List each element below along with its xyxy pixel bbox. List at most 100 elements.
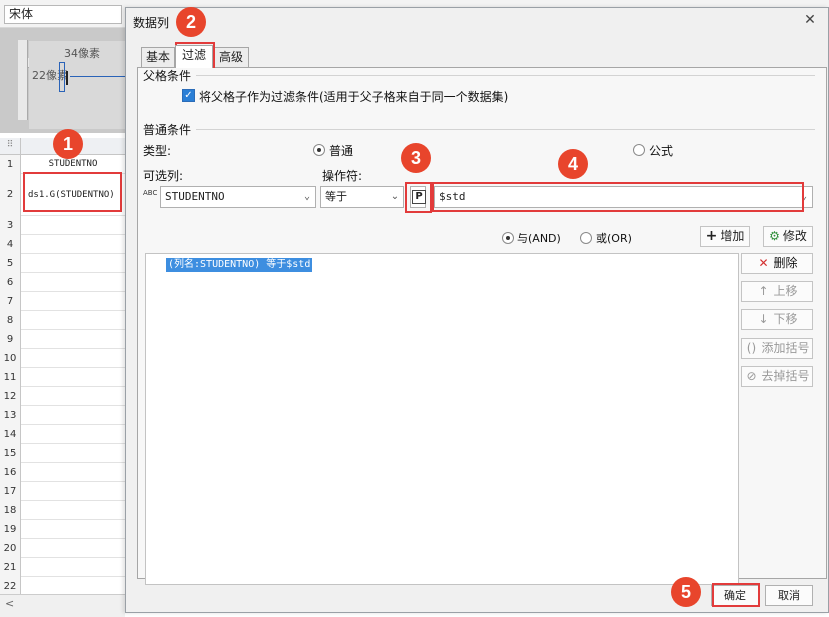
add-condition-button[interactable]: + 增加 [700, 226, 750, 247]
callout-badge-1: 1 [53, 129, 83, 159]
row-number[interactable]: 17 [0, 482, 21, 501]
group-divider [196, 129, 815, 130]
modify-condition-label: 修改 [782, 229, 807, 243]
arrow-down-icon: ↓ [758, 312, 769, 326]
row-number[interactable]: 5 [0, 254, 21, 273]
bracket-icon: () [746, 341, 757, 355]
value-input-highlight [432, 182, 804, 212]
row-number[interactable]: 10 [0, 349, 21, 368]
remove-bracket-label: 去掉括号 [761, 369, 810, 383]
type-formula-radio[interactable] [633, 144, 645, 156]
tab-basic[interactable]: 基本 [141, 47, 175, 67]
callout-badge-2: 2 [176, 7, 206, 37]
table-row: 18 [0, 501, 125, 520]
plus-icon: + [705, 228, 718, 244]
table-row: 5 [0, 254, 125, 273]
row-number[interactable]: 9 [0, 330, 21, 349]
width-indicator [70, 76, 125, 77]
logic-or-radio[interactable] [580, 232, 592, 244]
table-row: 16 [0, 463, 125, 482]
row-number[interactable]: 2 [0, 174, 21, 216]
row-number[interactable]: 8 [0, 311, 21, 330]
row-number[interactable]: 19 [0, 520, 21, 539]
delete-button[interactable]: ✕ 删除 [741, 253, 813, 274]
logic-or-label: 或(OR) [596, 232, 632, 245]
table-row: 10 [0, 349, 125, 368]
table-row: 6 [0, 273, 125, 292]
chevron-down-icon[interactable]: ⌄ [299, 187, 315, 207]
row-number[interactable]: 21 [0, 558, 21, 577]
horizontal-scrollbar[interactable]: < [0, 594, 125, 617]
parent-filter-checkbox-label: 将父格子作为过滤条件(适用于父子格来自于同一个数据集) [199, 90, 509, 104]
callout-badge-5: 5 [671, 577, 701, 607]
vertical-ruler [18, 40, 28, 120]
row-number[interactable]: 20 [0, 539, 21, 558]
row-number[interactable]: 4 [0, 235, 21, 254]
arrow-up-icon: ↑ [758, 284, 769, 298]
row-number[interactable]: 16 [0, 463, 21, 482]
operator-select[interactable]: 等于 ⌄ [320, 186, 404, 208]
add-bracket-button[interactable]: () 添加括号 [741, 338, 813, 359]
move-up-label: 上移 [773, 284, 798, 298]
scroll-left-icon[interactable]: < [5, 597, 14, 610]
operator-select-value: 等于 [325, 190, 347, 203]
table-row: 14 [0, 425, 125, 444]
logic-and-radio[interactable] [502, 232, 514, 244]
table-row: 4 [0, 235, 125, 254]
row-number[interactable]: 13 [0, 406, 21, 425]
selected-cell-highlight [23, 172, 122, 212]
font-select[interactable]: 宋体 [4, 5, 122, 24]
table-row: 15 [0, 444, 125, 463]
row-number[interactable]: 11 [0, 368, 21, 387]
add-condition-label: 增加 [720, 229, 745, 243]
type-normal-radio[interactable] [313, 144, 325, 156]
remove-bracket-icon: ⊘ [746, 369, 757, 383]
move-down-button[interactable]: ↓ 下移 [741, 309, 813, 330]
row-number[interactable]: 7 [0, 292, 21, 311]
table-row: 17 [0, 482, 125, 501]
close-icon[interactable]: ✕ [802, 12, 818, 28]
resize-handle[interactable] [59, 62, 65, 92]
tab-advanced[interactable]: 高级 [213, 47, 249, 67]
row-number[interactable]: 6 [0, 273, 21, 292]
row-number[interactable]: 12 [0, 387, 21, 406]
table-row: 11 [0, 368, 125, 387]
row-number[interactable]: 14 [0, 425, 21, 444]
row-number[interactable]: 18 [0, 501, 21, 520]
normal-condition-label: 普通条件 [143, 123, 192, 137]
callout-badge-4: 4 [558, 149, 588, 179]
column-select[interactable]: STUDENTNO ⌄ [160, 186, 316, 208]
param-button-highlight [405, 182, 432, 213]
condition-list[interactable]: (列名:STUDENTNO) 等于$std [145, 253, 739, 585]
cancel-button[interactable]: 取消 [765, 585, 813, 606]
table-row: 19 [0, 520, 125, 539]
tab-filter[interactable]: 过滤 [175, 45, 213, 68]
cursor-line [66, 71, 68, 85]
row-number[interactable]: 3 [0, 216, 21, 235]
operator-label: 操作符: [322, 169, 363, 183]
table-row: 13 [0, 406, 125, 425]
modify-icon: ⚙ [769, 229, 780, 243]
logic-and-label: 与(AND) [517, 232, 561, 245]
abc-icon-text: ABC [143, 189, 158, 197]
parent-filter-checkbox[interactable]: ✓ [182, 89, 195, 102]
type-label: 类型: [143, 144, 172, 158]
type-normal-label: 普通 [329, 144, 354, 158]
chevron-down-icon[interactable]: ⌄ [387, 187, 403, 207]
column-label: 可选列: [143, 169, 184, 183]
table-row: 12 [0, 387, 125, 406]
grid-corner[interactable]: ⠿ [0, 138, 21, 155]
row-number[interactable]: 15 [0, 444, 21, 463]
delete-label: 删除 [773, 256, 798, 270]
group-divider [196, 75, 815, 76]
modify-condition-button[interactable]: ⚙ 修改 [763, 226, 813, 247]
condition-item[interactable]: (列名:STUDENTNO) 等于$std [166, 258, 313, 272]
table-row: 21 [0, 558, 125, 577]
type-formula-label: 公式 [649, 144, 674, 158]
ok-button-highlight [712, 583, 760, 607]
width-label: 34像素 [64, 47, 100, 60]
row-number[interactable]: 1 [0, 155, 21, 174]
remove-bracket-button[interactable]: ⊘ 去掉括号 [741, 366, 813, 387]
add-bracket-label: 添加括号 [761, 341, 810, 355]
move-up-button[interactable]: ↑ 上移 [741, 281, 813, 302]
